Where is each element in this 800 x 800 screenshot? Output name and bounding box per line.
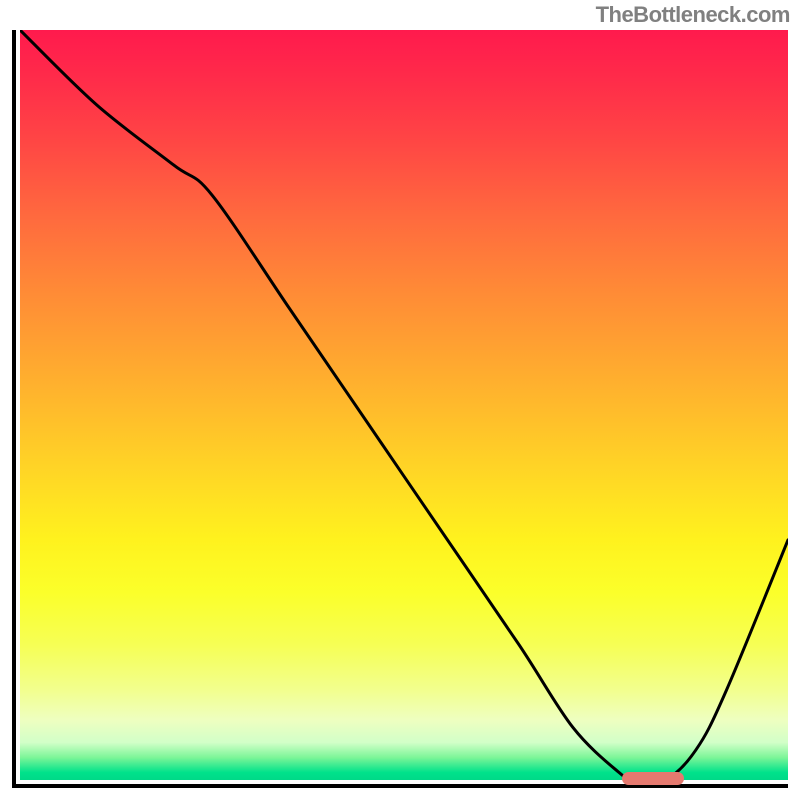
chart-container: TheBottleneck.com bbox=[0, 0, 800, 800]
plot-frame bbox=[12, 30, 788, 788]
curve-svg bbox=[20, 30, 788, 780]
optimal-range-marker bbox=[622, 772, 684, 785]
bottleneck-curve bbox=[20, 30, 788, 780]
watermark-text: TheBottleneck.com bbox=[596, 2, 790, 28]
